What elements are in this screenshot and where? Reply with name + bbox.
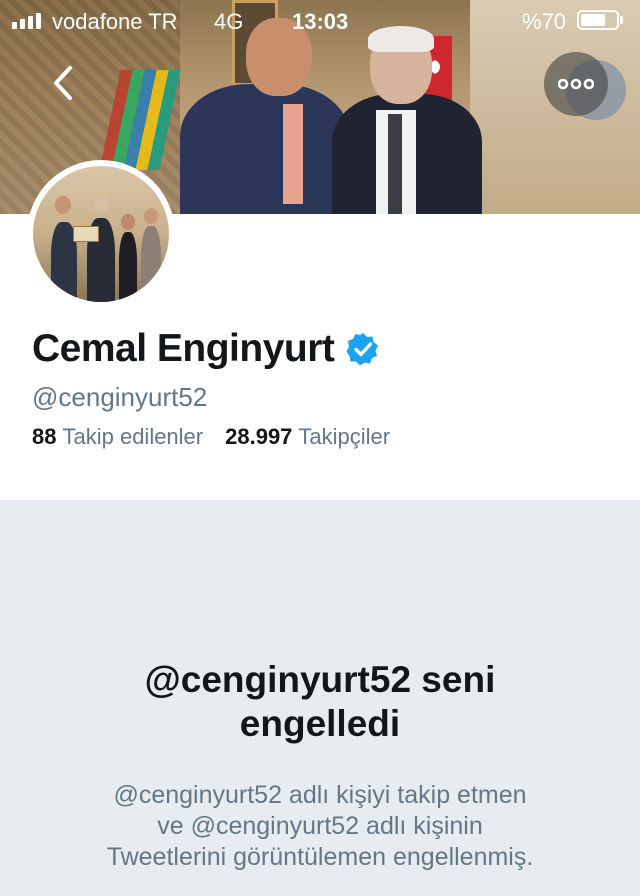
profile-stats: 88 Takip edilenler 28.997 Takipçiler — [32, 424, 390, 450]
blocked-title: @cenginyurt52 seni engelledi — [0, 658, 640, 746]
blocked-title-line: engelledi — [239, 703, 401, 744]
battery-icon — [577, 10, 619, 30]
blocked-title-line: @cenginyurt52 seni — [144, 659, 496, 700]
status-bar: vodafone TR 4G 13:03 %70 — [0, 0, 640, 42]
avatar-photo — [33, 166, 169, 302]
profile-avatar[interactable] — [27, 160, 175, 308]
banner-person-right-tie — [388, 114, 402, 214]
followers-link[interactable]: 28.997 Takipçiler — [225, 424, 390, 449]
verified-badge-icon — [346, 333, 379, 366]
following-label: Takip edilenler — [62, 424, 204, 449]
profile-name-row: Cemal Enginyurt — [32, 324, 380, 374]
more-options-button[interactable] — [544, 52, 608, 116]
profile-name: Cemal Enginyurt — [32, 327, 335, 370]
battery-percent: %70 — [522, 9, 567, 34]
blocked-desc-line: @cenginyurt52 adlı kişiyi takip etmen — [113, 781, 527, 809]
more-horizontal-icon — [558, 78, 594, 90]
chevron-left-icon — [54, 66, 72, 100]
followers-label: Takipçiler — [298, 424, 391, 449]
followers-count: 28.997 — [225, 424, 293, 449]
battery-level-fill — [581, 14, 605, 26]
banner-person-left — [180, 84, 350, 214]
following-link[interactable]: 88 Takip edilenler — [32, 424, 203, 449]
battery-tip — [620, 16, 623, 24]
banner-person-left-tie — [283, 104, 303, 204]
profile-handle: @cenginyurt52 — [32, 382, 208, 412]
carrier-name: vodafone TR — [52, 9, 178, 34]
signal-strength-icon — [12, 13, 41, 29]
status-time: 13:03 — [292, 9, 349, 34]
following-count: 88 — [32, 424, 57, 449]
blocked-desc-line: ve @cenginyurt52 adlı kişinin — [157, 812, 483, 840]
back-button[interactable] — [44, 60, 84, 106]
network-type: 4G — [214, 9, 244, 34]
blocked-description: @cenginyurt52 adlı kişiyi takip etmen ve… — [0, 780, 640, 873]
blocked-desc-line: Tweetlerini görüntülemen engellenmiş. — [106, 843, 534, 871]
